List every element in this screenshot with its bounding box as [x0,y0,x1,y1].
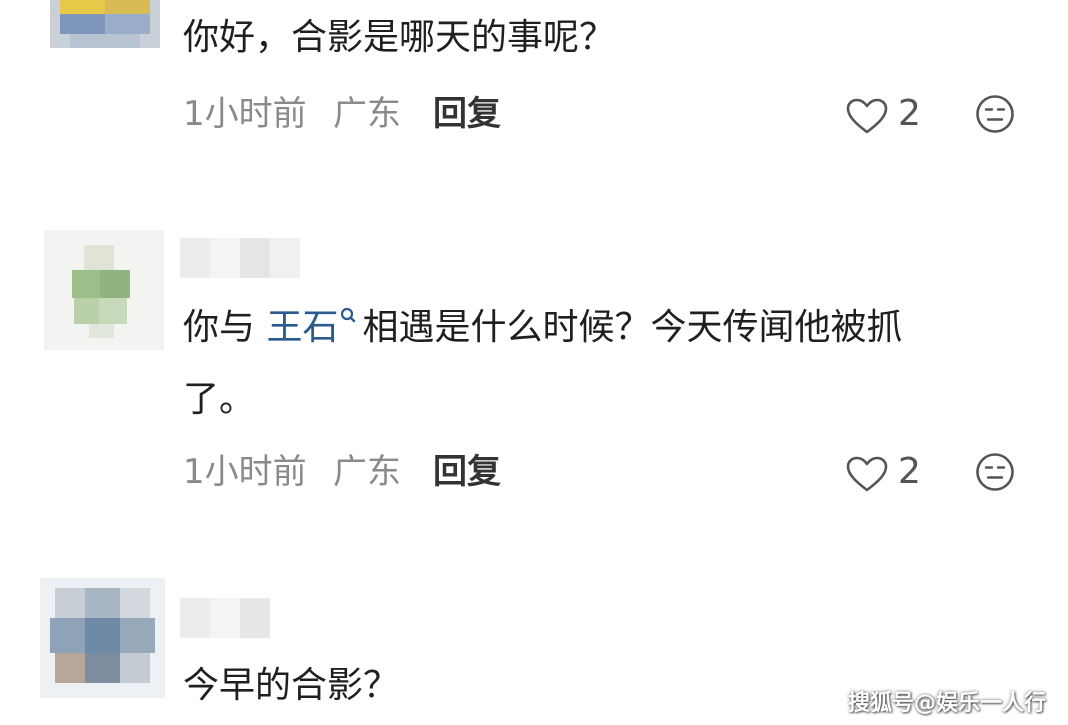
username[interactable] [180,598,270,638]
comment-meta: 1小时前 广东 回复 2 [183,84,1023,144]
neutral-face-icon[interactable] [975,452,1015,492]
heart-outline-icon[interactable] [845,97,889,135]
timestamp: 1小时前 [183,452,307,492]
mention-link[interactable]: 王石 [266,307,338,348]
search-icon[interactable] [338,292,362,332]
comment-body: 你好，合影是哪天的事呢？ [183,17,616,58]
reply-button[interactable]: 回复 [433,442,501,502]
comment-text: 你好，合影是哪天的事呢？ [183,2,1033,74]
heart-outline-icon[interactable] [845,455,889,493]
watermark: 搜狐号@娱乐一人行 [847,691,1046,716]
avatar[interactable] [44,230,164,350]
comment-body: 相遇是什么时候？今天传闻他被抓 [362,307,903,348]
avatar[interactable] [40,578,165,698]
comment-body: 了。 [183,379,256,420]
like-count: 2 [898,451,921,492]
like-count: 2 [898,93,921,134]
avatar[interactable] [50,0,160,48]
comment-body: 你与 [183,307,267,348]
comment-meta: 1小时前 广东 回复 2 [183,442,1023,502]
reply-button[interactable]: 回复 [433,84,501,144]
neutral-face-icon[interactable] [975,94,1015,134]
comment-text: 你与 王石 相遇是什么时候？今天传闻他被抓 了。 [183,292,1033,436]
username[interactable] [180,238,300,278]
location: 广东 [333,94,401,134]
timestamp: 1小时前 [183,94,307,134]
comment-body: 今早的合影？ [183,665,400,706]
location: 广东 [333,452,401,492]
